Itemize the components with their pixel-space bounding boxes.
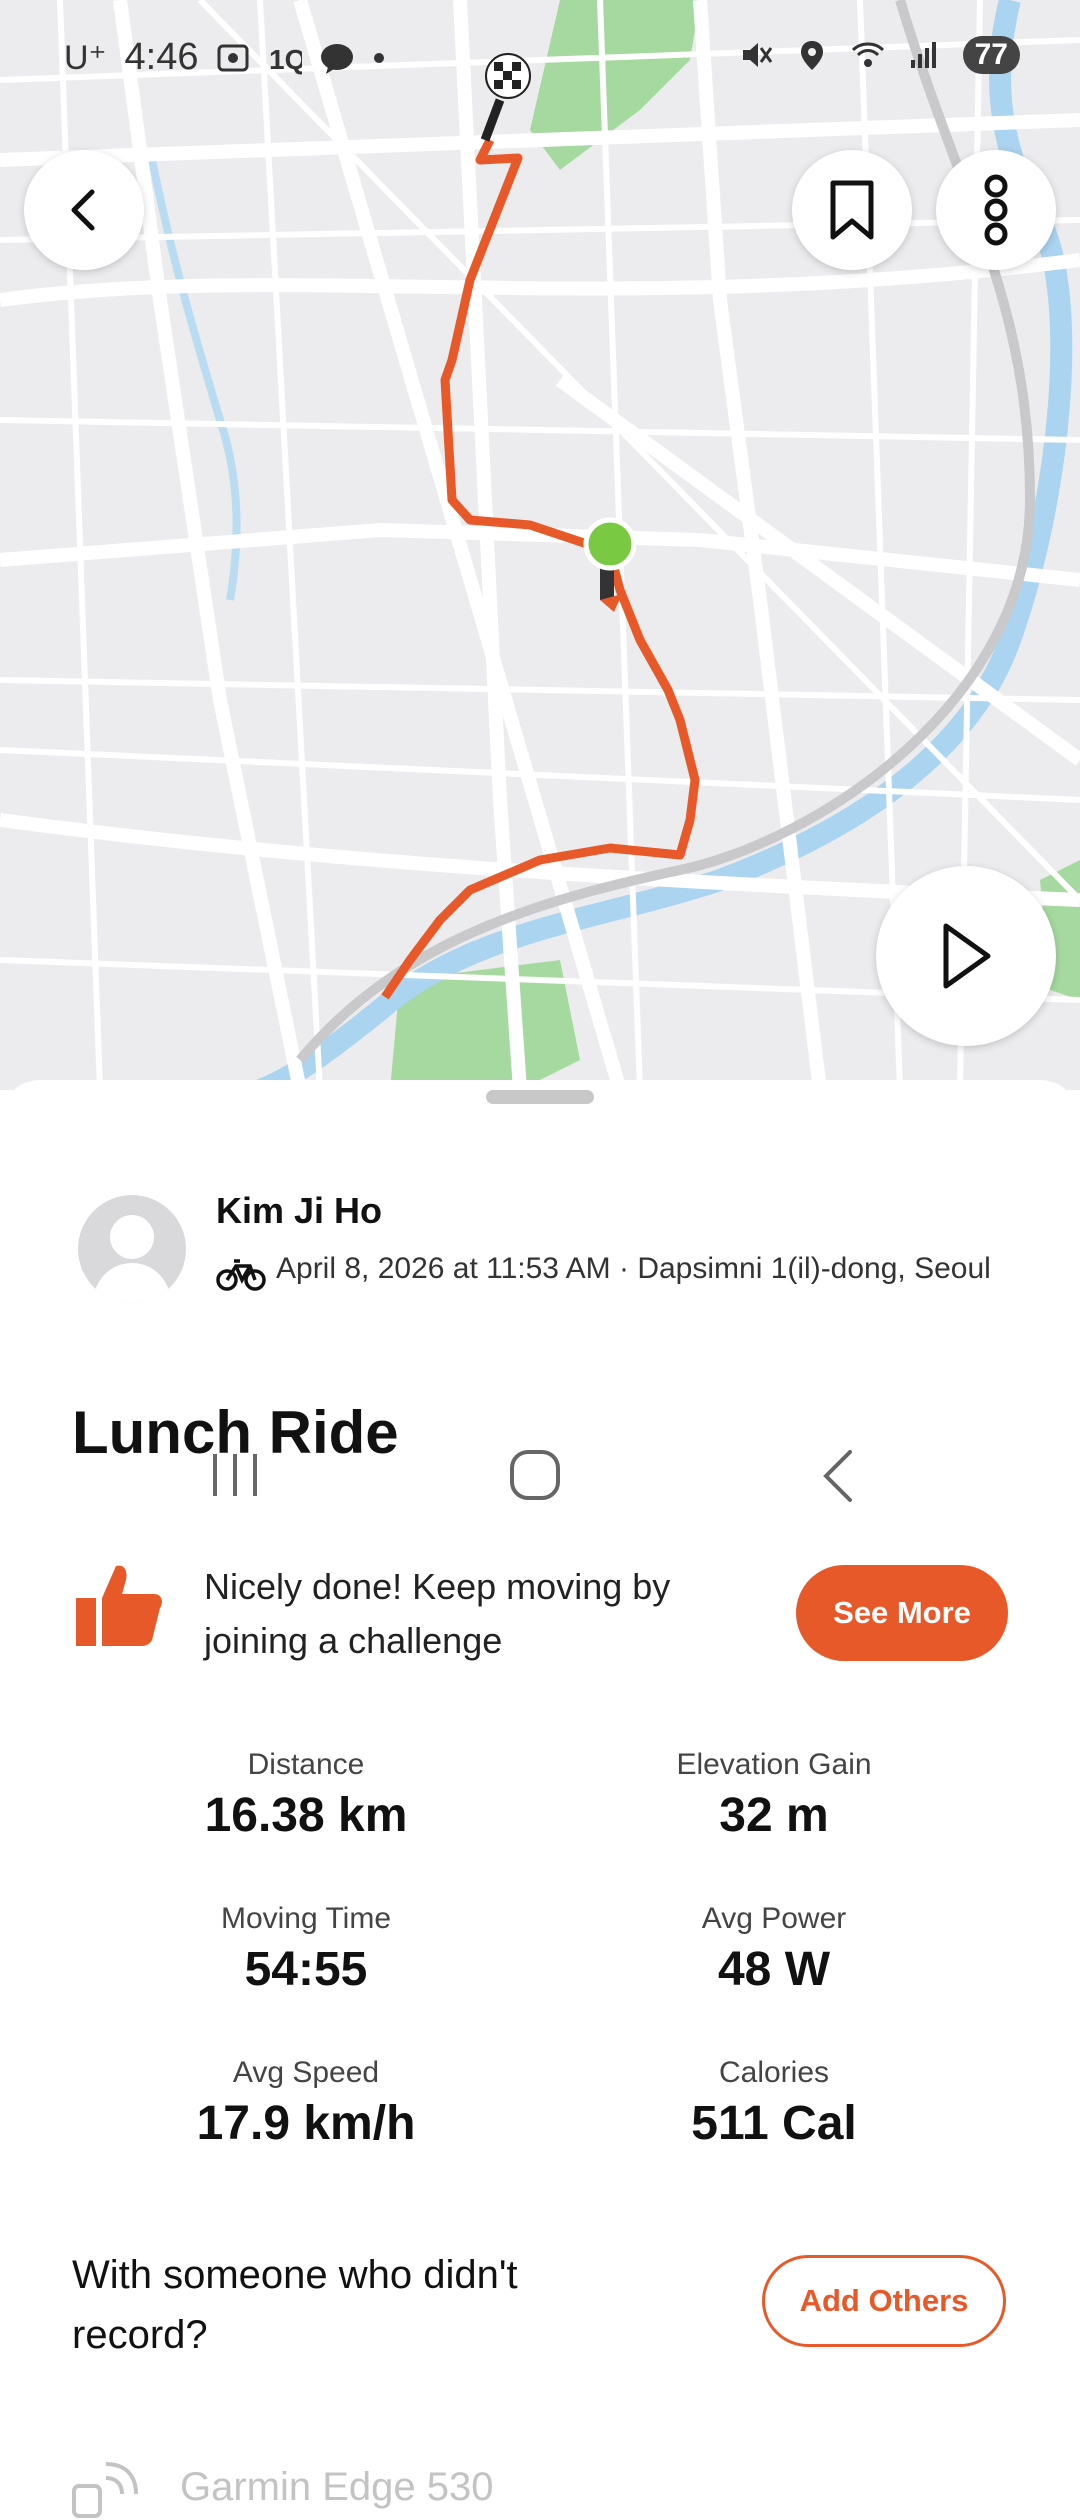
back-button[interactable] — [24, 150, 144, 270]
stat-label: Distance — [247, 1748, 365, 1781]
bookmark-button[interactable] — [792, 150, 912, 270]
stat-value: 511 Cal — [691, 2097, 857, 2150]
more-button[interactable] — [936, 150, 1056, 270]
add-others-prompt: With someone who didn't record? — [72, 2253, 518, 2357]
wifi-icon — [851, 42, 884, 67]
play-flyover-button[interactable] — [876, 866, 1056, 1046]
stat-label: Elevation Gain — [676, 1748, 872, 1781]
challenge-promo-text: Nicely done! Keep moving by joining a ch… — [204, 1566, 671, 1661]
dot-icon — [374, 52, 385, 63]
stat-avg-power: Avg Power 48 W — [574, 1902, 974, 1997]
person-icon — [92, 1215, 172, 1303]
stat-value: 16.38 km — [204, 1789, 408, 1842]
device-signal-icon — [72, 2462, 138, 2518]
device-name: Garmin Edge 530 — [180, 2465, 494, 2509]
athlete-name[interactable]: Kim Ji Ho — [216, 1190, 382, 1232]
carrier-label: U⁺ — [64, 38, 107, 77]
route-end-segment — [480, 98, 505, 142]
stat-value: 48 W — [717, 1943, 831, 1996]
clock: 4:46 — [124, 36, 199, 78]
stat-label: Calories — [718, 2056, 830, 2089]
screenshot-icon — [217, 44, 249, 71]
stat-value: 54:55 — [244, 1943, 368, 1996]
recent-apps-icon[interactable] — [205, 1450, 265, 1500]
stat-avg-speed: Avg Speed 17.9 km/h — [106, 2056, 506, 2151]
avatar[interactable] — [78, 1195, 186, 1303]
stat-value: 32 m — [719, 1789, 829, 1842]
bookmark-icon — [830, 180, 874, 240]
stat-distance: Distance 16.38 km — [106, 1748, 506, 1843]
talk-icon — [321, 43, 354, 74]
mute-icon — [742, 43, 772, 67]
add-others-button[interactable]: Add Others — [762, 2255, 1006, 2347]
activity-meta: April 8, 2026 at 11:53 AM · Dapsimni 1(i… — [276, 1252, 991, 1285]
stat-label: Avg Power — [701, 1902, 847, 1935]
more-vertical-icon — [984, 174, 1008, 246]
stat-value: 17.9 km/h — [196, 2097, 416, 2150]
see-more-button[interactable]: See More — [796, 1565, 1008, 1661]
activity-sheet: Kim Ji Ho April 8, 2026 at 11:53 AM · Da… — [0, 1080, 1080, 2520]
svg-text:1Q: 1Q — [269, 44, 302, 75]
home-icon[interactable] — [508, 1448, 564, 1504]
stat-moving-time: Moving Time 54:55 — [106, 1902, 506, 1997]
play-icon — [943, 923, 991, 989]
stat-label: Moving Time — [220, 1902, 392, 1935]
thumbs-up-icon — [76, 1565, 162, 1646]
back-arrow-icon — [71, 189, 95, 231]
signal-icon — [910, 42, 936, 68]
system-back-icon[interactable] — [818, 1448, 858, 1504]
stat-calories: Calories 511 Cal — [574, 2056, 974, 2151]
1q-icon: 1Q — [269, 44, 302, 75]
stat-elevation-gain: Elevation Gain 32 m — [574, 1748, 974, 1843]
bike-icon — [216, 1259, 266, 1291]
stat-label: Avg Speed — [232, 2056, 380, 2089]
sheet-drag-handle[interactable] — [486, 1090, 594, 1104]
system-nav-bar — [0, 1420, 1080, 1520]
battery-level: 77 — [962, 36, 1020, 74]
status-bar: U⁺ 4:46 1Q 77 — [0, 36, 1080, 84]
location-icon — [800, 41, 823, 70]
